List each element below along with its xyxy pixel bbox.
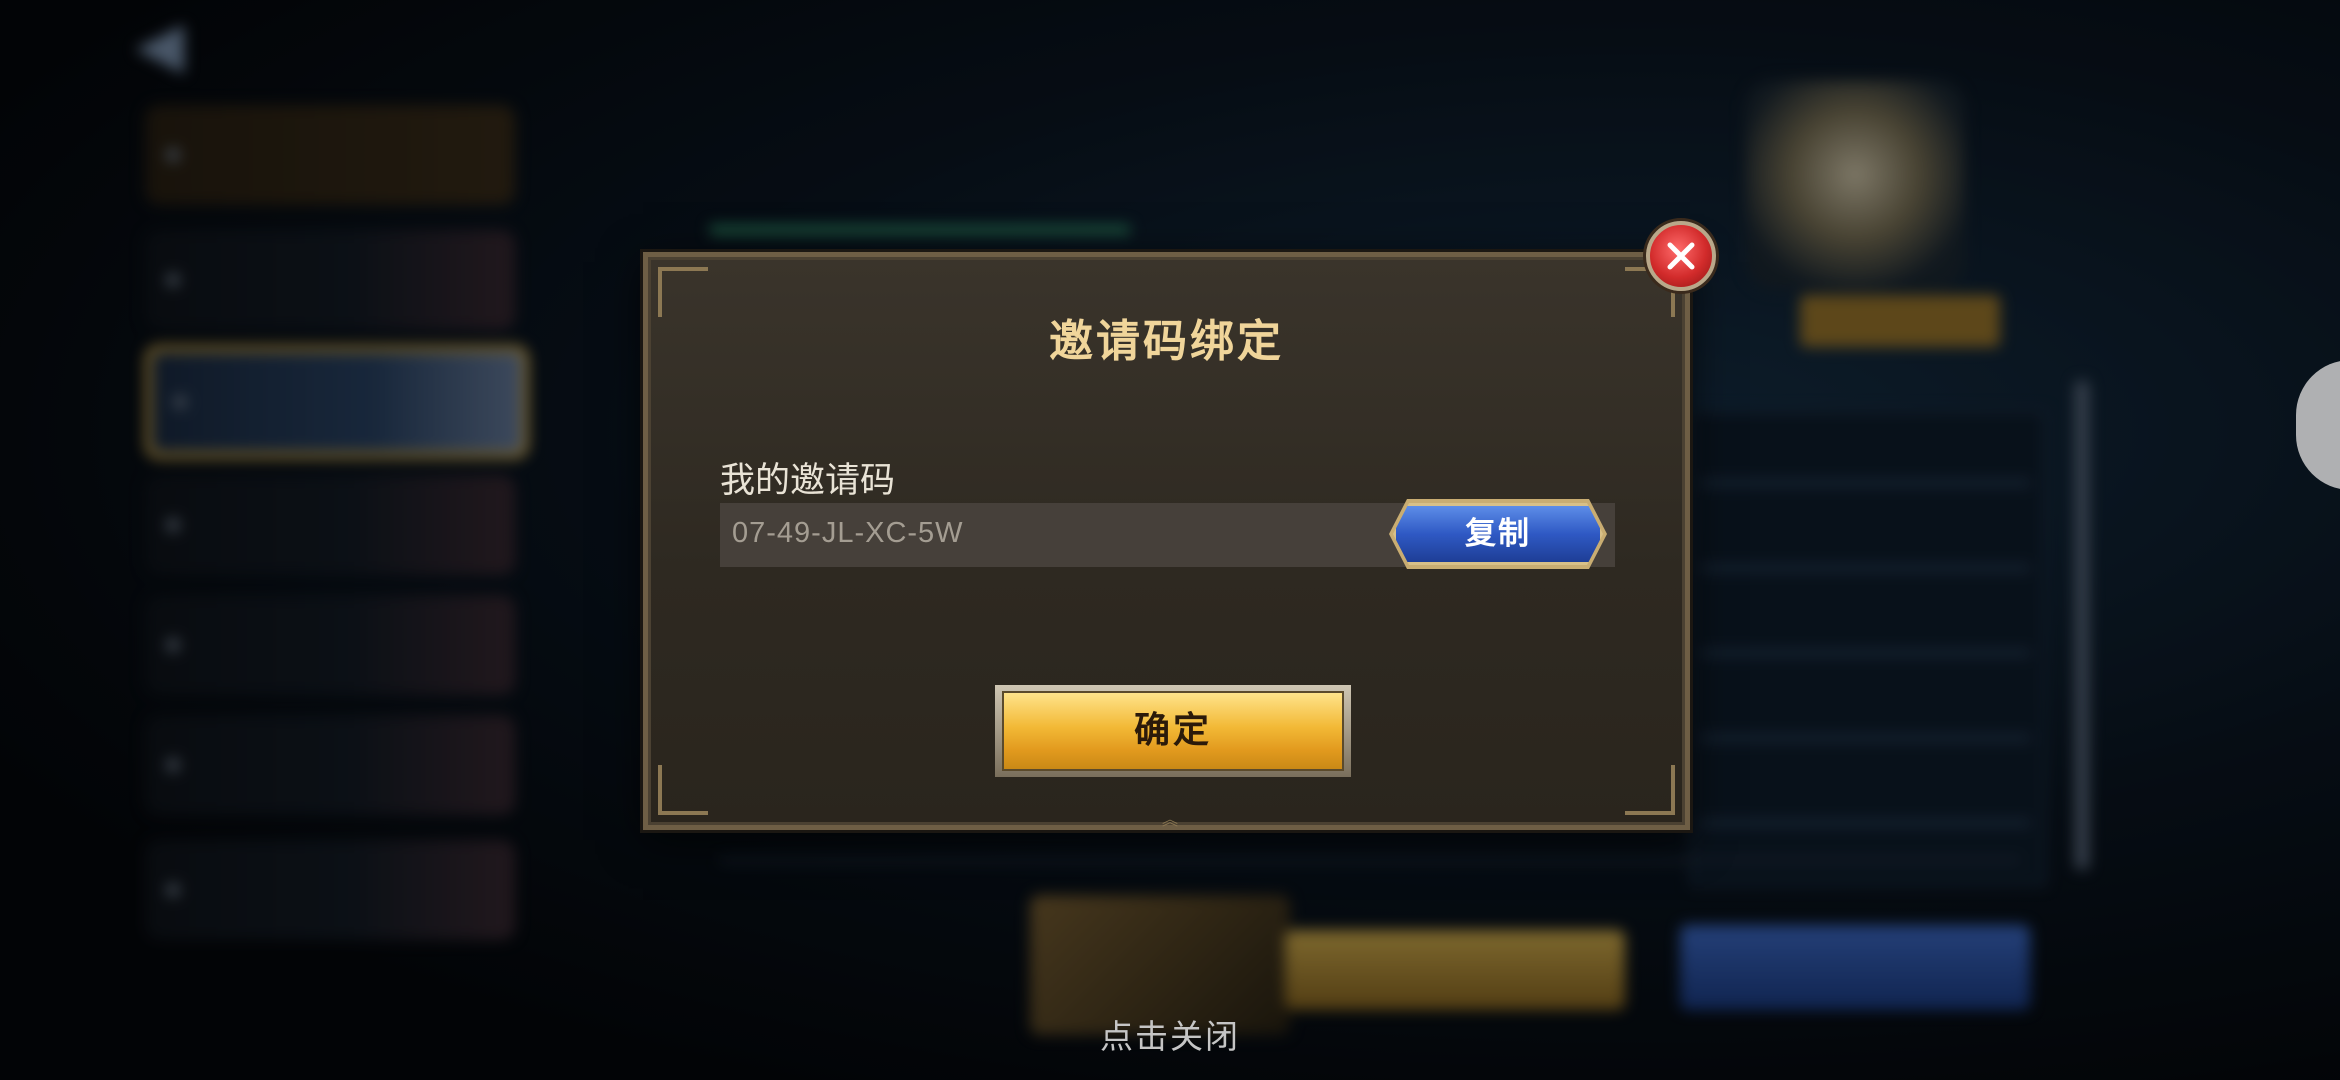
tap-to-close-hint[interactable]: 点击关闭 (1000, 1010, 1340, 1058)
dialog-title: 邀请码绑定 (1049, 316, 1284, 367)
confirm-button[interactable]: 确定 (1002, 691, 1344, 771)
game-screen: ◀ ︽ 邀请码绑定 我的邀请码 07-49-JL-XC-5W 复制 确定 点击关… (0, 0, 2340, 1080)
invite-code-label: 我的邀请码 (720, 461, 896, 501)
close-button[interactable] (1646, 221, 1716, 291)
invite-code-value[interactable]: 07-49-JL-XC-5W (732, 517, 964, 550)
close-x-icon (1667, 242, 1695, 270)
invite-code-dialog: ︽ 邀请码绑定 我的邀请码 07-49-JL-XC-5W 复制 确定 (643, 252, 1690, 830)
bottom-ornament: ︽ (1161, 810, 1178, 829)
copy-button[interactable]: 复制 (1393, 503, 1603, 565)
corner-ornament (658, 765, 708, 815)
corner-ornament (1625, 765, 1675, 815)
